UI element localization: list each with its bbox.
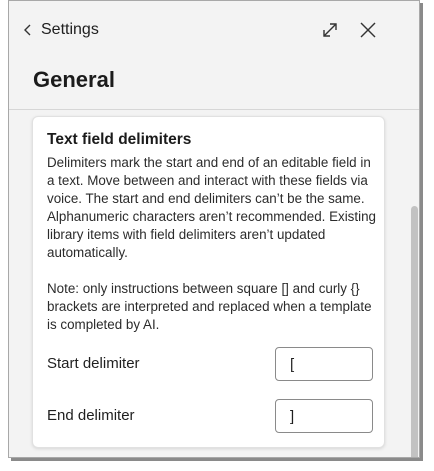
settings-panel: Settings General Text field delimiters D…: [8, 0, 420, 458]
scrollbar-track[interactable]: [410, 110, 419, 457]
end-delimiter-input[interactable]: [275, 399, 373, 433]
expand-diagonal-icon: [319, 19, 341, 41]
card-note: Note: only instructions between square […: [47, 281, 372, 332]
scrollbar-thumb[interactable]: [411, 206, 418, 457]
start-delimiter-input[interactable]: [275, 347, 373, 381]
delimiters-card: Text field delimiters Delimiters mark th…: [32, 116, 385, 448]
page-title: General: [33, 67, 115, 92]
end-delimiter-label: End delimiter: [47, 407, 135, 424]
back-button[interactable]: Settings: [23, 21, 99, 39]
close-button[interactable]: [357, 19, 379, 41]
expand-button[interactable]: [319, 19, 341, 41]
start-delimiter-label: Start delimiter: [47, 355, 140, 372]
card-title: Text field delimiters: [47, 131, 192, 148]
back-label: Settings: [41, 21, 99, 38]
panel-header: Settings: [9, 1, 419, 59]
chevron-left-icon: [23, 23, 33, 37]
settings-scroll-area[interactable]: Text field delimiters Delimiters mark th…: [9, 110, 419, 457]
close-icon: [357, 19, 379, 41]
card-description: Delimiters mark the start and end of an …: [47, 155, 376, 260]
